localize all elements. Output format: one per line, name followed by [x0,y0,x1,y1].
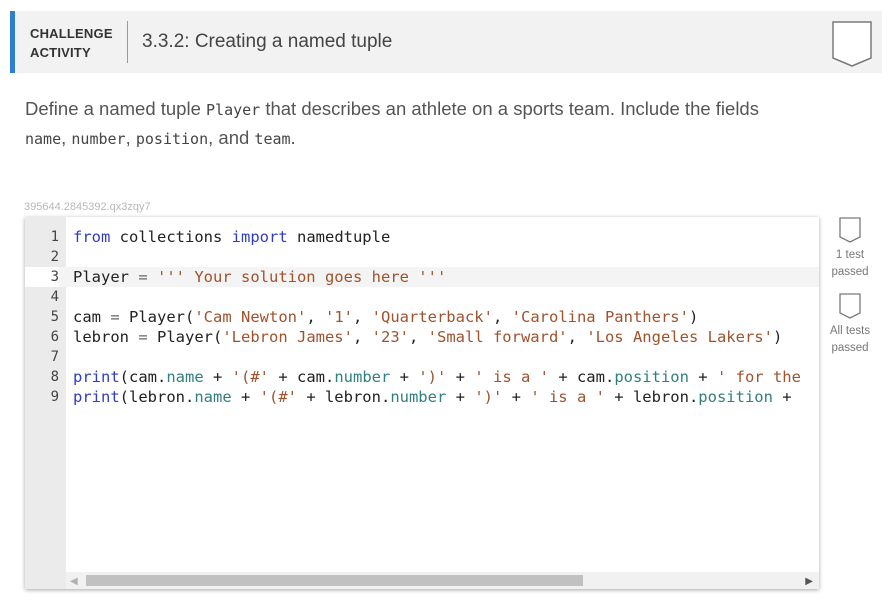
code-line-6[interactable]: 6 lebron = Player('Lebron James', '23', … [25,327,819,347]
line-number: 2 [50,249,59,265]
line-number: 8 [50,369,59,385]
badge-outline-icon [832,21,872,67]
code-line-4[interactable]: 4 [25,287,819,307]
test-result-1: 1 test passed [826,217,874,281]
code-editor[interactable]: 1 from collections import namedtuple 2 3… [25,217,819,589]
scrollbar-thumb[interactable] [86,575,583,586]
code-line-5[interactable]: 5 cam = Player('Cam Newton', '1', 'Quart… [25,307,819,327]
scroll-right-arrow-icon[interactable]: ▶ [805,576,813,587]
code-line-7[interactable]: 7 [25,347,819,367]
code-line-1[interactable]: 1 from collections import namedtuple [25,227,819,247]
code-line-9[interactable]: 9 print(lebron.name + '(#' + lebron.numb… [25,387,819,407]
horizontal-scrollbar[interactable]: ◀ ▶ [66,572,819,589]
line-number: 5 [50,309,59,325]
test-result-all: All tests passed [826,293,874,357]
activity-title: 3.3.2: Creating a named tuple [142,31,393,52]
line-number: 4 [50,289,59,305]
activity-body: Define a named tuple Player that describ… [10,73,882,606]
code-line-8[interactable]: 8 print(cam.name + '(#' + cam.number + '… [25,367,819,387]
header-divider [127,21,128,63]
challenge-activity-label: CHALLENGE ACTIVITY [30,26,113,60]
code-line-2[interactable]: 2 [25,247,819,267]
badge-outline-icon [839,217,861,243]
line-number: 6 [50,329,59,345]
code-id: 395644.2845392.qx3zqy7 [24,201,151,213]
line-number: 1 [50,229,59,245]
line-number: 3 [25,267,59,287]
badge-outline-icon [839,293,861,319]
challenge-header: CHALLENGE ACTIVITY 3.3.2: Creating a nam… [10,11,882,73]
instructions: Define a named tuple Player that describ… [25,98,759,148]
line-number: 7 [50,349,59,365]
scroll-left-arrow-icon[interactable]: ◀ [70,576,78,587]
code-line-3[interactable]: 3 Player = ''' Your solution goes here '… [25,267,819,287]
line-number: 9 [50,389,59,405]
